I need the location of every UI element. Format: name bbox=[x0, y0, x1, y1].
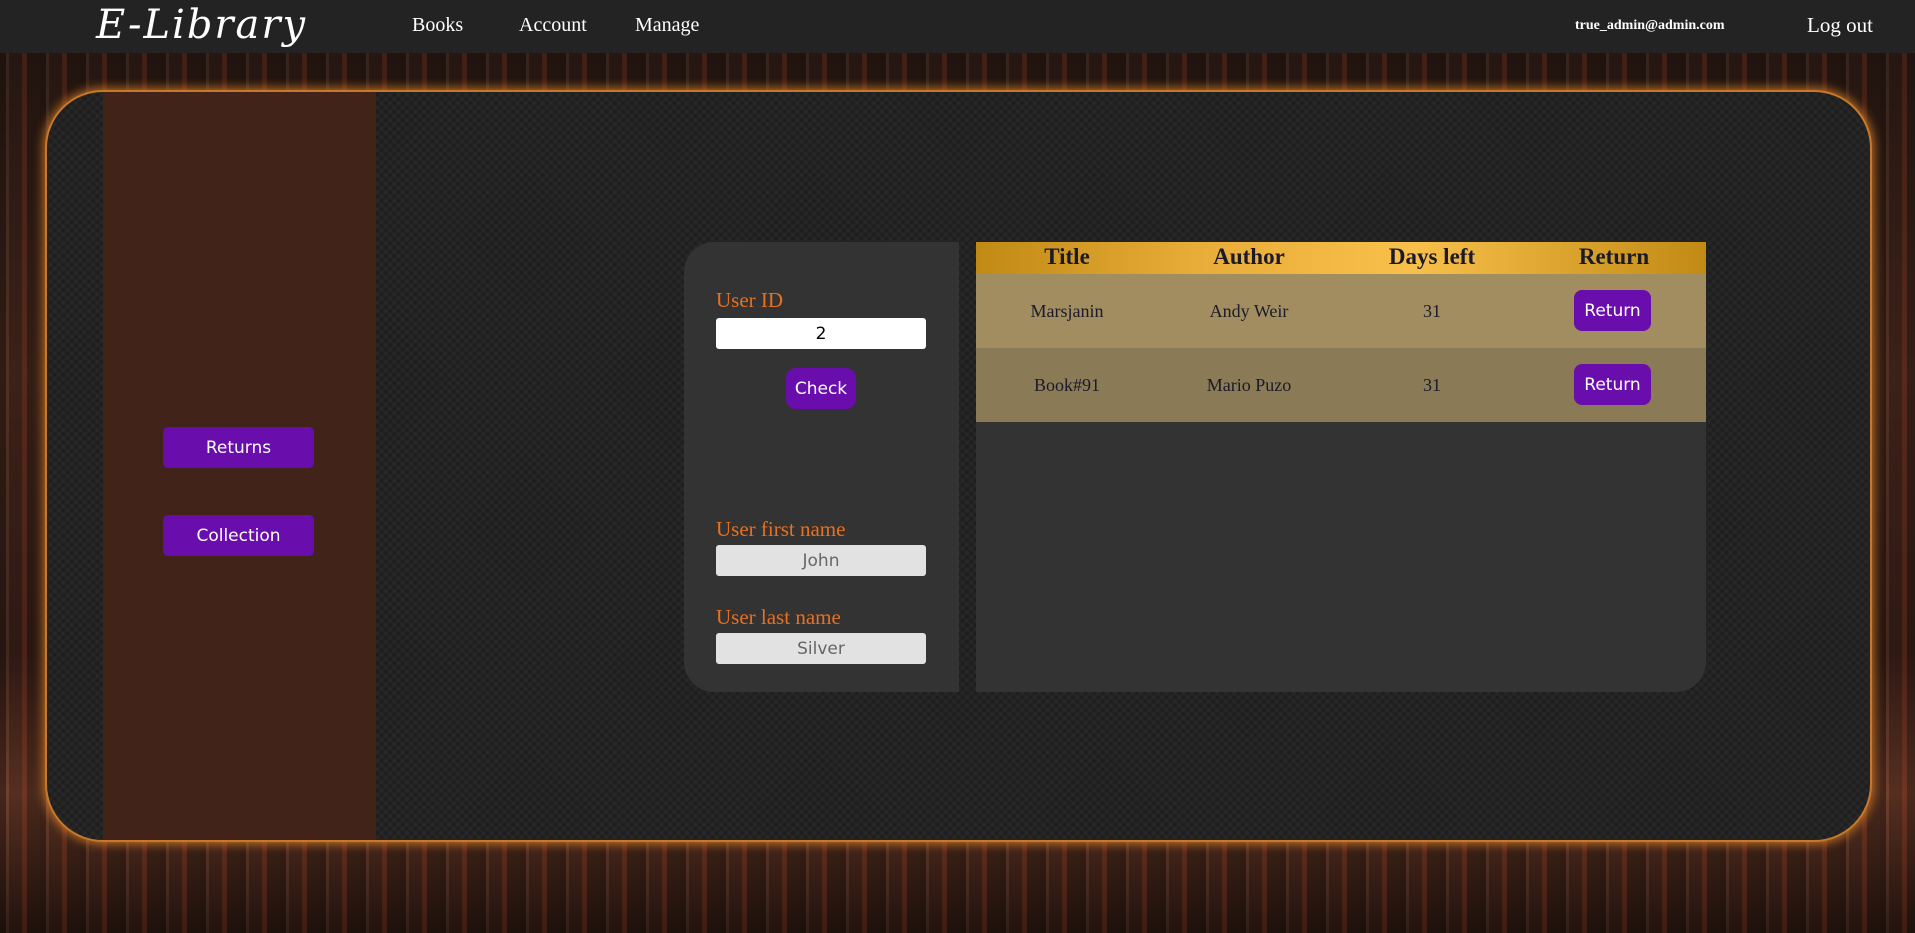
collection-button[interactable]: Collection bbox=[163, 515, 314, 556]
cell-author: Mario Puzo bbox=[1206, 375, 1292, 395]
column-header-return: Return bbox=[1578, 244, 1650, 269]
user-first-name-field bbox=[716, 545, 926, 576]
admin-sidebar: Returns Collection bbox=[103, 92, 376, 840]
nav-account-link[interactable]: Account bbox=[519, 14, 587, 37]
user-last-name-field bbox=[716, 633, 926, 664]
user-last-name-label: User last name bbox=[716, 605, 841, 629]
table-row: Marsjanin Andy Weir 31 Return bbox=[976, 274, 1706, 348]
user-first-name-label: User first name bbox=[716, 517, 846, 541]
return-book-button[interactable]: Return bbox=[1574, 364, 1651, 405]
user-id-label: User ID bbox=[716, 288, 784, 312]
current-user-email: true_admin@admin.com bbox=[1575, 18, 1725, 33]
logout-link[interactable]: Log out bbox=[1807, 13, 1873, 38]
cell-days-left: 31 bbox=[1423, 375, 1441, 395]
column-header-author: Author bbox=[1213, 244, 1285, 269]
nav-manage-link[interactable]: Manage bbox=[635, 14, 699, 37]
return-book-button[interactable]: Return bbox=[1574, 290, 1651, 331]
site-logo[interactable]: E-Library bbox=[96, 2, 307, 48]
returns-button[interactable]: Returns bbox=[163, 427, 314, 468]
column-header-title: Title bbox=[1044, 244, 1090, 269]
table-row: Book#91 Mario Puzo 31 Return bbox=[976, 348, 1706, 422]
top-navbar: E-Library Books Account Manage true_admi… bbox=[0, 0, 1915, 53]
user-id-input[interactable] bbox=[716, 318, 926, 349]
user-lookup-card: User ID Check User first name User last … bbox=[684, 242, 959, 692]
cell-title: Marsjanin bbox=[1030, 301, 1104, 321]
table-header: Title Author Days left Return bbox=[976, 242, 1706, 274]
loans-table: Title Author Days left Return Marsjanin … bbox=[976, 242, 1706, 692]
cell-days-left: 31 bbox=[1423, 301, 1441, 321]
cell-author: Andy Weir bbox=[1209, 301, 1289, 321]
nav-books-link[interactable]: Books bbox=[412, 14, 463, 37]
check-button[interactable]: Check bbox=[786, 368, 856, 409]
column-header-days-left: Days left bbox=[1388, 244, 1476, 269]
cell-title: Book#91 bbox=[1033, 375, 1100, 395]
